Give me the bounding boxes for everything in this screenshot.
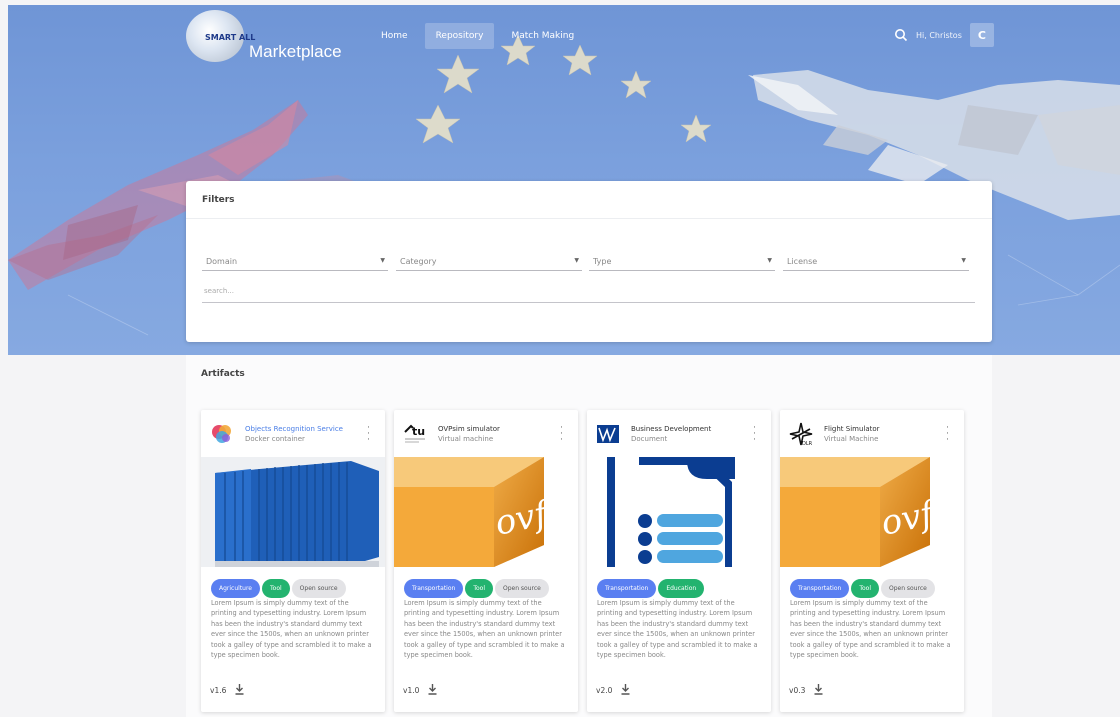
nav-home[interactable]: Home [370,23,419,49]
download-icon[interactable] [428,684,437,695]
artifact-description: Lorem Ipsum is simply dummy text of the … [404,599,565,660]
artifact-card[interactable]: tu OVPsim simulator Virtual machine · · · … [394,410,578,712]
tag-chip[interactable]: Transportation [597,579,657,598]
tag-chip[interactable]: Education [658,579,705,598]
artifact-name[interactable]: Flight Simulator [824,425,880,433]
artifact-kind: Document [631,435,668,443]
tag-chip[interactable]: Tool [262,579,290,598]
artifact-version: v1.6 [210,686,227,695]
chevron-down-icon: ▼ [380,257,385,264]
tag-list: Agriculture Tool Open source [211,579,346,598]
artifact-kind: Virtual machine [438,435,494,443]
tag-chip[interactable]: Agriculture [211,579,260,598]
filters-title: Filters [186,181,992,219]
dlr-logo-icon: DLR [789,422,813,446]
nav-repository[interactable]: Repository [424,23,495,49]
artifact-version: v0.3 [789,686,806,695]
document-illustration-image [587,457,771,567]
objects-recognition-logo-icon [212,425,231,443]
avatar[interactable]: C [969,23,994,47]
download-icon[interactable] [235,684,244,695]
artifact-card[interactable]: Objects Recognition Service Docker conta… [201,410,385,712]
nav-match-making[interactable]: Match Making [500,23,585,49]
artifact-kind: Docker container [245,435,305,443]
filters-panel: Filters Domain ▼ Category ▼ Type ▼ Licen… [186,181,992,342]
tag-list: Transportation Tool Open source [404,579,549,598]
artifacts-title: Artifacts [201,369,245,379]
main-nav: Home Repository Match Making [370,23,585,49]
more-vert-icon[interactable]: · · · [560,424,563,445]
chevron-down-icon: ▼ [961,257,966,264]
tag-chip[interactable]: Open source [494,579,549,598]
tag-chip[interactable]: Tool [465,579,493,598]
category-select[interactable]: Category ▼ [396,253,582,271]
tag-chip[interactable]: Open source [880,579,935,598]
tag-chip[interactable]: Open source [291,579,346,598]
brand-title: Marketplace [249,42,342,61]
tag-chip[interactable]: Transportation [790,579,850,598]
domain-select[interactable]: Domain ▼ [202,253,388,271]
artifacts-panel: Artifacts Objects Recognition Service Do… [186,355,992,717]
user-area: Hi, Christos C [894,23,994,47]
more-vert-icon[interactable]: · · · [753,424,756,445]
tu-logo-icon: tu [404,424,425,443]
tag-list: Transportation Tool Open source [790,579,935,598]
artifact-name[interactable]: OVPsim simulator [438,425,500,433]
artifact-version: v2.0 [596,686,613,695]
shipping-container-image [201,457,385,567]
license-select-label: License [787,257,818,266]
artifact-version: v1.0 [403,686,420,695]
tag-chip[interactable]: Transportation [404,579,464,598]
category-select-label: Category [400,257,437,266]
more-vert-icon[interactable]: · · · [367,424,370,445]
user-greeting: Hi, Christos [916,30,962,40]
tag-chip[interactable]: Tool [851,579,879,598]
artifact-description: Lorem Ipsum is simply dummy text of the … [790,599,951,660]
artifact-card[interactable]: Business Development Document · · · Transp… [587,410,771,712]
search-input[interactable]: search... [202,287,975,303]
artifact-name[interactable]: Objects Recognition Service [245,425,343,433]
license-select[interactable]: License ▼ [783,253,969,271]
download-icon[interactable] [814,684,823,695]
logo-text: SMART ALL [205,33,256,42]
svg-text:DLR: DLR [802,441,813,446]
artifact-card[interactable]: DLR Flight Simulator Virtual Machine · · ·… [780,410,964,712]
ovf-box-image: ovf [394,457,578,567]
artifact-name[interactable]: Business Development [631,425,711,433]
artifact-description: Lorem Ipsum is simply dummy text of the … [597,599,758,660]
download-icon[interactable] [621,684,630,695]
chevron-down-icon: ▼ [574,257,579,264]
type-select-label: Type [593,257,612,266]
tag-list: Transportation Education [597,579,705,598]
artifact-description: Lorem Ipsum is simply dummy text of the … [211,599,372,660]
more-vert-icon[interactable]: · · · [946,424,949,445]
search-icon[interactable] [894,28,908,42]
domain-select-label: Domain [206,257,238,266]
svg-text:tu: tu [412,425,425,438]
ovf-box-image: ovf [780,457,964,567]
artifact-kind: Virtual Machine [824,435,879,443]
chevron-down-icon: ▼ [767,257,772,264]
vw-logo-icon [597,425,619,443]
type-select[interactable]: Type ▼ [589,253,775,271]
